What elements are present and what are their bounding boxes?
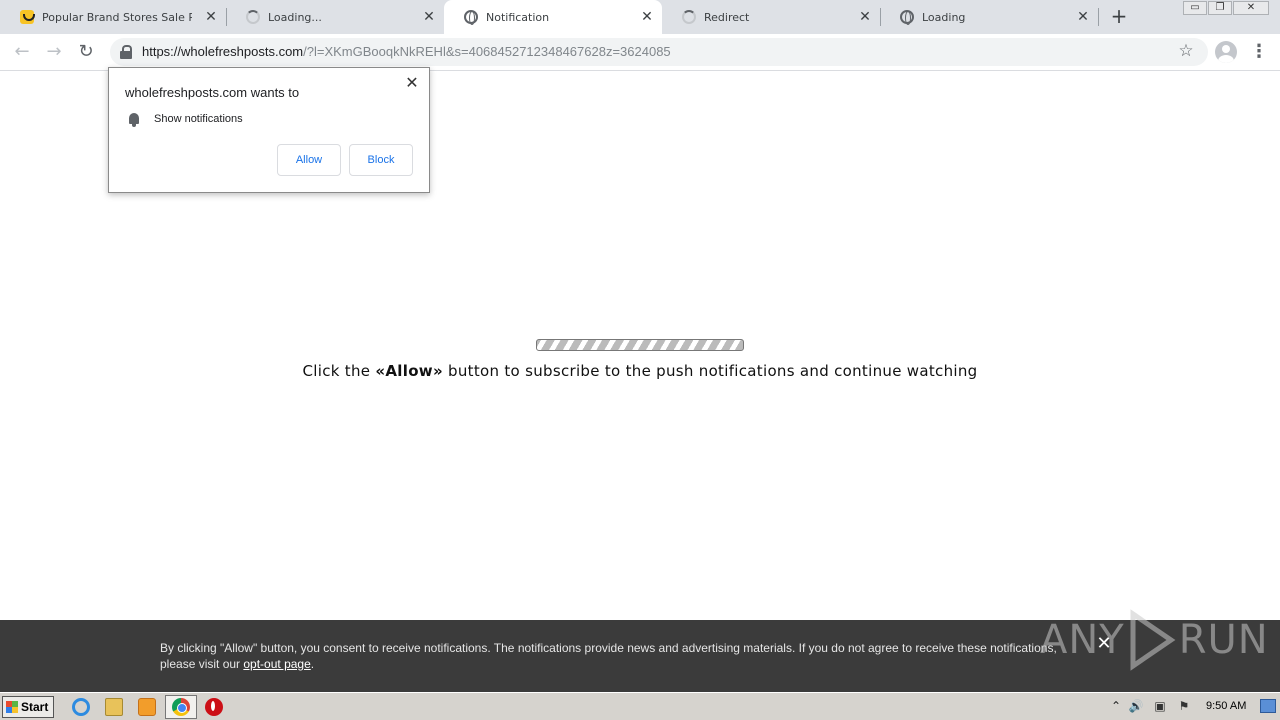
address-bar[interactable]: https://wholefreshposts.com/?l=XKmGBooqk… xyxy=(110,38,1208,66)
tab-title: Notification xyxy=(486,10,550,24)
new-tab-button[interactable]: + xyxy=(1109,6,1129,26)
tab-close-icon[interactable]: ✕ xyxy=(640,10,654,24)
consent-end: . xyxy=(310,657,315,671)
system-clock[interactable]: 9:50 AM xyxy=(1206,700,1246,712)
brand-smiley-favicon-icon xyxy=(20,10,35,24)
internet-explorer-icon[interactable] xyxy=(72,698,90,716)
globe-icon xyxy=(464,10,478,25)
tab-close-icon[interactable]: ✕ xyxy=(422,10,436,24)
speaker-icon[interactable]: 🔊 xyxy=(1128,699,1144,713)
tab-title: Popular Brand Stores Sale Promo xyxy=(42,10,192,24)
lock-icon[interactable] xyxy=(120,45,132,59)
tab-separator xyxy=(1098,8,1099,26)
consent-text: By clicking "Allow" button, you consent … xyxy=(160,640,1090,672)
watermark-left-text: ANY xyxy=(1040,617,1125,663)
permission-title: wholefreshposts.com wants to xyxy=(125,85,300,100)
message-prefix: Click the xyxy=(302,362,376,380)
chrome-icon[interactable] xyxy=(172,698,190,716)
tab-popular-brand[interactable]: Popular Brand Stores Sale Promo ✕ xyxy=(0,0,226,34)
start-label: Start xyxy=(21,700,49,714)
flag-icon[interactable]: ⚑ xyxy=(1176,699,1192,713)
tab-redirect[interactable]: Redirect ✕ xyxy=(662,0,880,34)
bell-icon xyxy=(127,112,141,128)
tab-notification[interactable]: Notification ✕ xyxy=(444,0,662,34)
loading-spinner-icon xyxy=(682,10,696,24)
reload-button[interactable]: ↻ xyxy=(75,41,97,63)
tab-title: Redirect xyxy=(704,10,750,24)
file-explorer-icon[interactable] xyxy=(105,698,123,716)
restore-button[interactable]: ❐ xyxy=(1208,1,1232,15)
tab-title: Loading... xyxy=(268,10,322,24)
tab-strip: Popular Brand Stores Sale Promo ✕ Loadin… xyxy=(0,0,1280,34)
page-message: Click the «Allow» button to subscribe to… xyxy=(0,362,1280,380)
globe-icon xyxy=(900,10,914,25)
profile-avatar-icon[interactable] xyxy=(1215,41,1237,63)
block-button[interactable]: Block xyxy=(349,144,413,176)
loading-spinner-icon xyxy=(246,10,260,24)
anyrun-watermark-logo: ANY RUN xyxy=(1040,608,1269,672)
windows-logo-icon xyxy=(6,701,18,713)
url-host: https://wholefreshposts.com xyxy=(142,44,304,59)
tab-loading-2[interactable]: Loading ✕ xyxy=(880,0,1098,34)
start-button[interactable]: Start xyxy=(2,696,54,718)
minimize-button[interactable]: ▭ xyxy=(1183,1,1207,15)
window-close-button[interactable]: ✕ xyxy=(1233,1,1269,15)
loading-progress-bar xyxy=(536,339,744,351)
permission-item: Show notifications xyxy=(154,113,243,125)
allow-button[interactable]: Allow xyxy=(277,144,341,176)
forward-button[interactable]: → xyxy=(43,41,65,63)
show-desktop-icon[interactable] xyxy=(1260,699,1276,713)
message-suffix: button to subscribe to the push notifica… xyxy=(442,362,978,380)
message-allow-emphasis: «Allow» xyxy=(375,362,443,380)
back-button[interactable]: ← xyxy=(11,41,33,63)
play-triangle-icon xyxy=(1130,609,1176,671)
url-path: /?l=XKmGBooqkNkREHl&s=406845271234846762… xyxy=(303,44,671,59)
tab-close-icon[interactable]: ✕ xyxy=(858,10,872,24)
network-icon[interactable]: ▣ xyxy=(1152,699,1168,713)
browser-toolbar: ← → ↻ https://wholefreshposts.com/?l=XKm… xyxy=(0,34,1280,71)
tab-close-icon[interactable]: ✕ xyxy=(1076,10,1090,24)
media-player-icon[interactable] xyxy=(138,698,156,716)
opt-out-link[interactable]: opt-out page xyxy=(243,657,310,671)
tray-expand-icon[interactable]: ⌃ xyxy=(1110,698,1122,714)
watermark-right-text: RUN xyxy=(1178,617,1269,663)
opera-icon[interactable] xyxy=(205,698,223,716)
more-menu-icon[interactable]: ⋮ xyxy=(1250,41,1268,63)
url-text[interactable]: https://wholefreshposts.com/?l=XKmGBooqk… xyxy=(142,44,671,59)
tab-loading[interactable]: Loading... ✕ xyxy=(226,0,444,34)
notification-permission-popup: wholefreshposts.com wants to ✕ Show noti… xyxy=(108,67,430,193)
close-icon[interactable]: ✕ xyxy=(405,75,419,91)
tab-close-icon[interactable]: ✕ xyxy=(204,10,218,24)
tab-title: Loading xyxy=(922,10,966,24)
bookmark-star-icon[interactable]: ☆ xyxy=(1176,41,1196,61)
windows-taskbar: Start ⌃ 🔊 ▣ ⚑ 9:50 AM xyxy=(0,692,1280,720)
